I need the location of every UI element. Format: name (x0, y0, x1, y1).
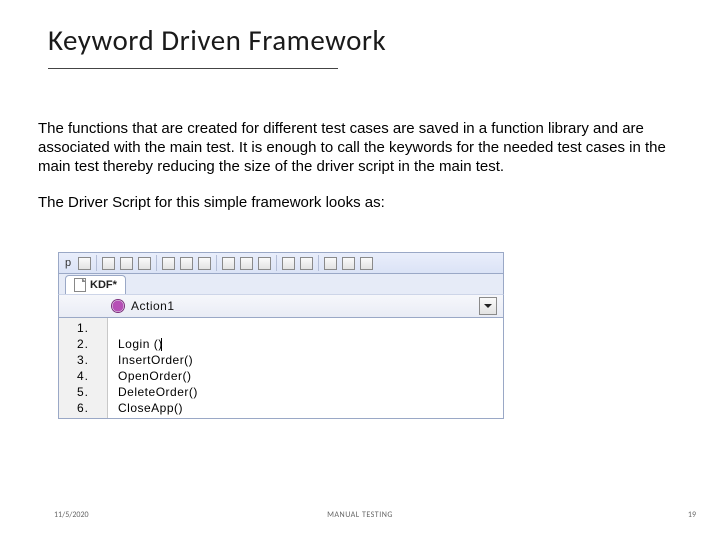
text-caret (161, 338, 162, 351)
paragraph-2: The Driver Script for this simple framew… (38, 194, 678, 213)
ide-code-area: 1. 2. 3. 4. 5. 6. Login () InsertOrder()… (58, 318, 504, 419)
toolbar-separator (96, 255, 97, 271)
body-text: The functions that are created for diffe… (38, 120, 678, 213)
title-underline (48, 68, 338, 69)
toolbar-icon (282, 257, 295, 270)
code-line: Login () (118, 337, 163, 351)
line-number: 6. (59, 400, 107, 416)
toolbar-icon (240, 257, 253, 270)
toolbar-icon (300, 257, 313, 270)
toolbar-icon (120, 257, 133, 270)
code-line: DeleteOrder() (118, 385, 198, 399)
code-line: OpenOrder() (118, 369, 192, 383)
toolbar-icon (360, 257, 373, 270)
ide-toolbar: p (58, 252, 504, 274)
toolbar-icon (342, 257, 355, 270)
code-line: CloseApp() (118, 401, 183, 415)
toolbar-icon (324, 257, 337, 270)
tab-label: KDF* (90, 279, 117, 291)
line-number: 2. (59, 336, 107, 352)
toolbar-separator (156, 255, 157, 271)
toolbar-icon (258, 257, 271, 270)
toolbar-separator (216, 255, 217, 271)
footer-page-number: 19 (688, 510, 696, 520)
toolbar-icon (162, 257, 175, 270)
line-number: 5. (59, 384, 107, 400)
paragraph-1: The functions that are created for diffe… (38, 120, 678, 176)
document-icon (74, 278, 86, 292)
toolbar-separator (318, 255, 319, 271)
line-number: 4. (59, 368, 107, 384)
code-line: InsertOrder() (118, 353, 193, 367)
ide-action-bar: Action1 (58, 294, 504, 318)
footer-center: MANUAL TESTING (0, 510, 720, 520)
toolbar-icon (198, 257, 211, 270)
toolbar-icon (222, 257, 235, 270)
toolbar-text: p (63, 257, 73, 269)
ide-tab-strip: KDF* (58, 274, 504, 294)
tab-kdf[interactable]: KDF* (65, 275, 126, 294)
toolbar-icon (102, 257, 115, 270)
page-title: Keyword Driven Framework (48, 22, 386, 58)
toolbar-icon (78, 257, 91, 270)
toolbar-icon (180, 257, 193, 270)
toolbar-icon (138, 257, 151, 270)
line-number: 3. (59, 352, 107, 368)
action-dropdown[interactable] (479, 297, 497, 315)
line-number: 1. (59, 320, 107, 336)
toolbar-separator (276, 255, 277, 271)
code-editor[interactable]: Login () InsertOrder() OpenOrder() Delet… (108, 318, 204, 418)
ide-screenshot: p KDF* (58, 252, 504, 419)
line-gutter: 1. 2. 3. 4. 5. 6. (59, 318, 108, 418)
action-name: Action1 (131, 299, 175, 313)
slide: Keyword Driven Framework The functions t… (0, 0, 720, 540)
action-gear-icon (111, 299, 125, 313)
